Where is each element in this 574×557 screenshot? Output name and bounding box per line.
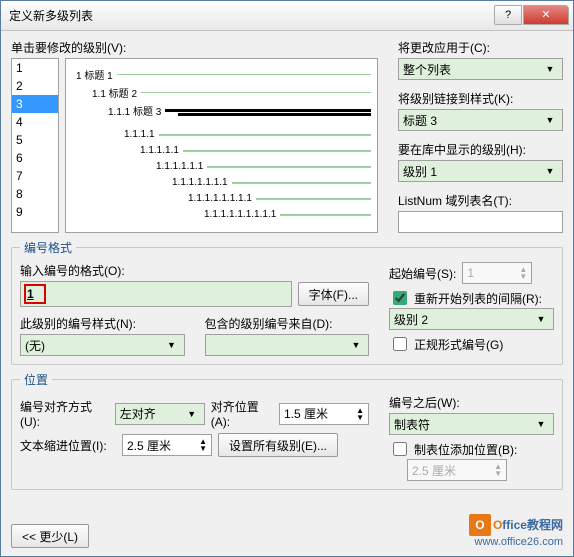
align-at-spinner[interactable]: 1.5 厘米▲▼ <box>279 403 369 425</box>
number-format-legend: 编号格式 <box>20 239 76 256</box>
level-item[interactable]: 4 <box>12 113 58 131</box>
chevron-down-icon: ▼ <box>542 64 558 74</box>
legal-format-checkbox[interactable]: 正规形式编号(G) <box>389 334 554 354</box>
level-item[interactable]: 1 <box>12 59 58 77</box>
link-style-label: 将级别链接到样式(K): <box>398 90 563 107</box>
chevron-down-icon: ▼ <box>164 340 180 350</box>
spinner-icon: ▲▼ <box>356 407 364 421</box>
titlebar-buttons: ? ✕ <box>493 5 569 27</box>
close-button[interactable]: ✕ <box>523 5 569 25</box>
apply-to-combo[interactable]: 整个列表▼ <box>398 58 563 80</box>
chevron-down-icon: ▼ <box>348 340 364 350</box>
align-at-label: 对齐位置(A): <box>211 398 273 429</box>
click-level-label: 单击要修改的级别(V): <box>11 39 378 56</box>
chevron-down-icon: ▼ <box>533 314 549 324</box>
tab-stop-checkbox[interactable]: 制表位添加位置(B): <box>389 439 554 459</box>
follow-combo[interactable]: 制表符▼ <box>389 413 554 435</box>
chevron-down-icon: ▼ <box>542 166 558 176</box>
brand-url: www.office26.com <box>469 536 563 548</box>
level-item[interactable]: 5 <box>12 131 58 149</box>
include-from-label: 包含的级别编号来自(D): <box>205 315 370 332</box>
titlebar: 定义新多级列表 ? ✕ <box>1 1 573 31</box>
position-legend: 位置 <box>20 371 52 388</box>
spinner-icon: ▲▼ <box>519 266 527 280</box>
level-item[interactable]: 8 <box>12 185 58 203</box>
number-format-group: 编号格式 输入编号的格式(O): 1 字体(F)... 此级别的编号样式(N): <box>11 239 563 365</box>
chevron-down-icon: ▼ <box>184 409 200 419</box>
align-label: 编号对齐方式(U): <box>20 398 109 429</box>
include-from-combo[interactable]: ▼ <box>205 334 370 356</box>
help-button[interactable]: ? <box>494 5 522 25</box>
font-button[interactable]: 字体(F)... <box>298 282 369 306</box>
gallery-level-combo[interactable]: 级别 1▼ <box>398 160 563 182</box>
dialog-window: 定义新多级列表 ? ✕ 单击要修改的级别(V): 1 2 3 4 5 6 7 <box>0 0 574 557</box>
spinner-icon: ▲▼ <box>494 463 502 477</box>
level-item[interactable]: 3 <box>12 95 58 113</box>
restart-after-combo[interactable]: 级别 2▼ <box>389 308 554 330</box>
level-item[interactable]: 2 <box>12 77 58 95</box>
level-listbox[interactable]: 1 2 3 4 5 6 7 8 9 <box>11 58 59 233</box>
less-button[interactable]: << 更少(L) <box>11 524 89 548</box>
brand-icon: O <box>469 514 491 536</box>
tab-stop-spinner[interactable]: 2.5 厘米▲▼ <box>407 459 507 481</box>
level-style-combo[interactable]: (无)▼ <box>20 334 185 356</box>
level-item[interactable]: 6 <box>12 149 58 167</box>
spinner-icon: ▲▼ <box>199 438 207 452</box>
number-format-input[interactable]: 1 <box>20 281 292 307</box>
align-combo[interactable]: 左对齐▼ <box>115 403 205 425</box>
indent-spinner[interactable]: 2.5 厘米▲▼ <box>122 434 212 456</box>
start-at-label: 起始编号(S): <box>389 265 456 282</box>
follow-label: 编号之后(W): <box>389 394 554 411</box>
chevron-down-icon: ▼ <box>533 419 549 429</box>
gallery-level-label: 要在库中显示的级别(H): <box>398 141 563 158</box>
chevron-down-icon: ▼ <box>542 115 558 125</box>
window-title: 定义新多级列表 <box>9 7 493 24</box>
apply-to-label: 将更改应用于(C): <box>398 39 563 56</box>
preview-pane: 1 标题 1 1.1 标题 2 1.1.1 标题 3 1.1.1.1 1.1.1… <box>65 58 378 233</box>
listnum-label: ListNum 域列表名(T): <box>398 192 563 209</box>
watermark-brand: OOffice教程网 www.office26.com <box>469 513 563 548</box>
position-group: 位置 编号对齐方式(U): 左对齐▼ 对齐位置(A): 1.5 厘米▲▼ 文本缩… <box>11 371 563 490</box>
restart-after-checkbox[interactable]: 重新开始列表的间隔(R): <box>389 288 554 308</box>
listnum-input[interactable] <box>398 211 563 233</box>
enter-format-label: 输入编号的格式(O): <box>20 262 369 279</box>
link-style-combo[interactable]: 标题 3▼ <box>398 109 563 131</box>
level-item[interactable]: 9 <box>12 203 58 221</box>
start-at-spinner[interactable]: 1▲▼ <box>462 262 532 284</box>
level-item[interactable]: 7 <box>12 167 58 185</box>
indent-label: 文本缩进位置(I): <box>20 437 116 454</box>
level-style-label: 此级别的编号样式(N): <box>20 315 185 332</box>
set-all-levels-button[interactable]: 设置所有级别(E)... <box>218 433 338 457</box>
